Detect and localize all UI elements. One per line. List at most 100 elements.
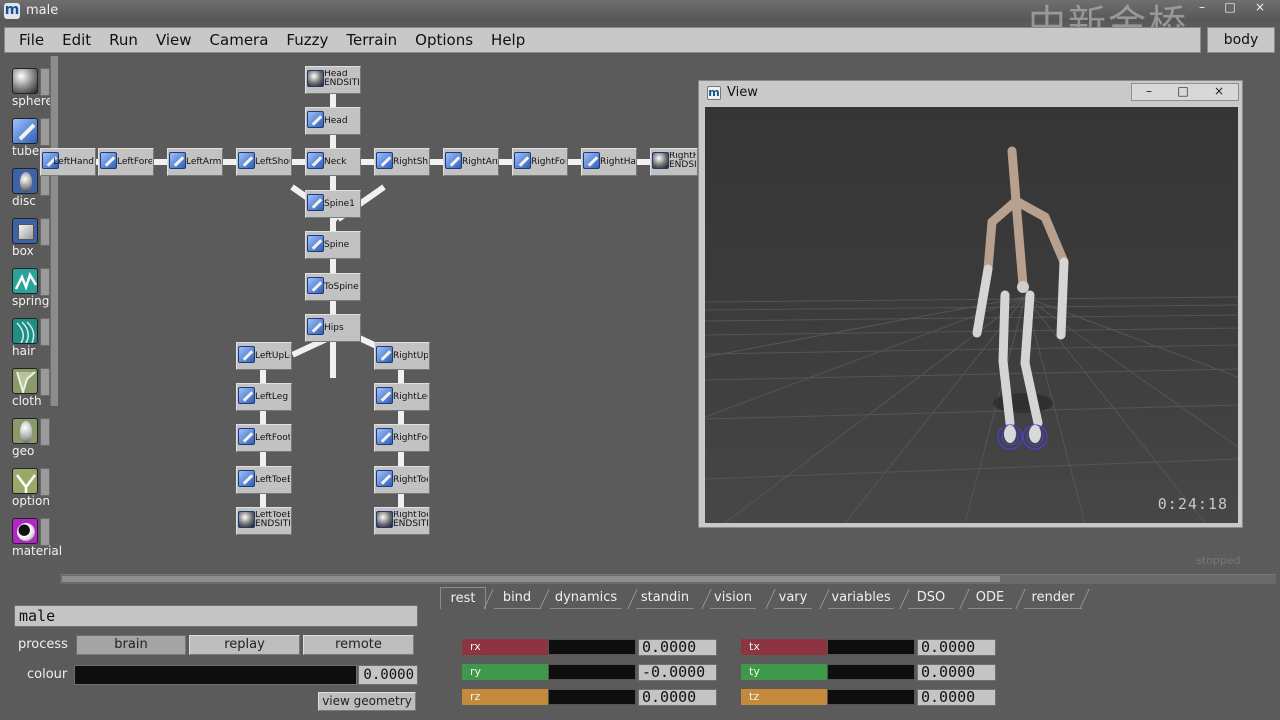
bone-icon xyxy=(307,277,324,294)
graph-node-head-end[interactable]: Head ENDSITE xyxy=(305,66,361,94)
graph-node-spine1[interactable]: Spine1 xyxy=(305,190,361,218)
graph-node-right-toe-base-end[interactable]: RightToeBase ENDSITE xyxy=(374,507,430,535)
tz-slider[interactable] xyxy=(827,689,915,705)
tab-variables[interactable]: variables xyxy=(828,587,894,609)
node-name-field[interactable]: male xyxy=(14,605,418,627)
palette-slot xyxy=(40,318,50,346)
ry-slider[interactable] xyxy=(548,664,636,680)
graph-node-right-shoulder[interactable]: RightShoulder xyxy=(374,148,430,176)
tz-value-field[interactable]: 0.0000 xyxy=(917,689,996,706)
node-label: LeftForeArm xyxy=(117,157,152,167)
menu-terrain[interactable]: Terrain xyxy=(346,31,397,49)
graph-node-hips[interactable]: Hips xyxy=(305,314,361,342)
graph-node-neck[interactable]: Neck xyxy=(305,148,361,176)
palette-item-option[interactable]: option xyxy=(4,462,58,512)
palette-slot xyxy=(40,268,50,296)
menu-view[interactable]: View xyxy=(156,31,192,49)
view-maximize-button[interactable]: □ xyxy=(1166,84,1200,100)
bone-icon xyxy=(376,428,393,445)
graph-node-right-leg[interactable]: RightLeg xyxy=(374,383,430,411)
tube-icon xyxy=(12,118,38,144)
rx-slider[interactable] xyxy=(548,639,636,655)
graph-node-left-leg[interactable]: LeftLeg xyxy=(236,383,292,411)
tx-slider[interactable] xyxy=(827,639,915,655)
graph-node-right-foot[interactable]: RightFoot xyxy=(374,424,430,452)
menu-options[interactable]: Options xyxy=(415,31,473,49)
view-minimize-button[interactable]: – xyxy=(1132,84,1166,100)
node-label: Head xyxy=(324,116,348,126)
node-label: LeftShoulder xyxy=(255,157,290,167)
graph-node-left-toe-base[interactable]: LeftToeBase xyxy=(236,466,292,494)
process-remote-button[interactable]: remote xyxy=(303,635,414,655)
bone-icon xyxy=(376,152,393,169)
menu-camera[interactable]: Camera xyxy=(210,31,269,49)
palette-scrollbar[interactable] xyxy=(50,56,58,406)
ry-value-field[interactable]: -0.0000 xyxy=(638,664,717,681)
view-geometry-button[interactable]: view geometry xyxy=(318,692,416,711)
bone-icon xyxy=(376,470,393,487)
menu-run[interactable]: Run xyxy=(109,31,138,49)
graph-horizontal-scrollbar[interactable] xyxy=(60,574,1276,584)
view-window-controls: – □ × xyxy=(1131,83,1239,101)
graph-node-left-foot[interactable]: LeftFoot xyxy=(236,424,292,452)
palette-item-geo[interactable]: geo xyxy=(4,412,58,462)
view-close-button[interactable]: × xyxy=(1202,84,1236,100)
graph-node-left-fore-arm[interactable]: LeftForeArm xyxy=(98,148,154,176)
process-brain-button[interactable]: brain xyxy=(76,635,186,655)
minimize-button[interactable]: – xyxy=(1188,0,1216,16)
ty-value-field[interactable]: 0.0000 xyxy=(917,664,996,681)
process-replay-button[interactable]: replay xyxy=(189,635,300,655)
rz-value-field[interactable]: 0.0000 xyxy=(638,689,717,706)
graph-node-right-arm[interactable]: RightArm xyxy=(443,148,499,176)
ry-label: ry xyxy=(462,664,548,680)
node-label: RightToeBase xyxy=(393,475,428,485)
node-label: LeftLeg xyxy=(255,392,289,402)
palette-item-material[interactable]: material xyxy=(4,512,62,562)
tab-render[interactable]: render xyxy=(1024,587,1082,609)
endsite-icon xyxy=(652,152,669,169)
palette-label: tube xyxy=(12,144,40,158)
maximize-button[interactable]: □ xyxy=(1216,0,1244,16)
graph-node-right-hand-end[interactable]: RightHand ENDSITE xyxy=(650,148,698,176)
node-label: RightForeArm xyxy=(531,157,566,167)
graph-node-left-up-leg[interactable]: LeftUpLeg xyxy=(236,342,292,370)
tx-value-field[interactable]: 0.0000 xyxy=(917,639,996,656)
colour-value-field[interactable]: 0.0000 xyxy=(358,665,418,685)
menu-edit[interactable]: Edit xyxy=(62,31,91,49)
scrollbar-thumb[interactable] xyxy=(62,576,1000,582)
tab-dso[interactable]: DSO xyxy=(908,587,954,609)
node-label: RightArm xyxy=(462,157,497,167)
tab-standin[interactable]: standin xyxy=(636,587,694,609)
graph-node-left-hand[interactable]: LeftHand xyxy=(40,148,96,176)
graph-node-right-toe-base[interactable]: RightToeBase xyxy=(374,466,430,494)
tab-vision[interactable]: vision xyxy=(710,587,756,609)
graph-node-left-arm[interactable]: LeftArm xyxy=(167,148,223,176)
close-button[interactable]: × xyxy=(1246,0,1274,16)
menu-file[interactable]: File xyxy=(19,31,44,49)
graph-node-to-spine[interactable]: ToSpine xyxy=(305,273,361,301)
bone-icon xyxy=(238,152,255,169)
graph-node-left-shoulder[interactable]: LeftShoulder xyxy=(236,148,292,176)
window-title: male xyxy=(26,3,59,18)
graph-node-right-fore-arm[interactable]: RightForeArm xyxy=(512,148,568,176)
graph-node-right-up-leg[interactable]: RightUpLeg xyxy=(374,342,430,370)
ty-slider[interactable] xyxy=(827,664,915,680)
rx-value-field[interactable]: 0.0000 xyxy=(638,639,717,656)
graph-node-spine[interactable]: Spine xyxy=(305,231,361,259)
body-button[interactable]: body xyxy=(1207,27,1275,53)
ty-label: ty xyxy=(741,664,827,680)
menu-fuzzy[interactable]: Fuzzy xyxy=(286,31,328,49)
graph-node-left-toe-base-end[interactable]: LeftToeBase ENDSITE xyxy=(236,507,292,535)
menu-help[interactable]: Help xyxy=(491,31,525,49)
3d-viewport[interactable]: 0:24:18 xyxy=(705,107,1238,523)
graph-node-head[interactable]: Head xyxy=(305,107,361,135)
graph-node-right-hand[interactable]: RightHand xyxy=(581,148,637,176)
tab-vary[interactable]: vary xyxy=(774,587,812,609)
tab-bind[interactable]: bind xyxy=(494,587,540,609)
tab-ode[interactable]: ODE xyxy=(968,587,1012,609)
rz-slider[interactable] xyxy=(548,689,636,705)
tab-dynamics[interactable]: dynamics xyxy=(550,587,622,609)
colour-slider[interactable] xyxy=(74,665,357,685)
tab-rest[interactable]: rest xyxy=(440,587,486,609)
node-label: RightToeBase ENDSITE xyxy=(393,511,428,529)
